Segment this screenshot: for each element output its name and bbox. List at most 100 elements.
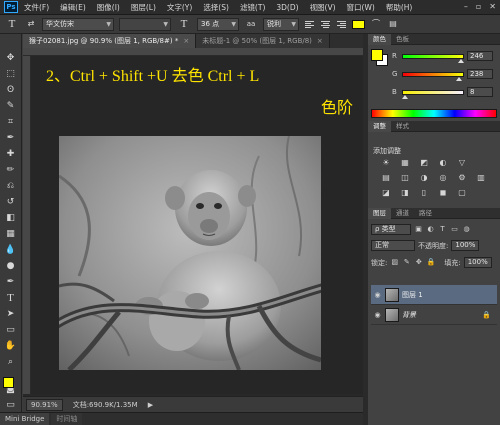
menu-layer[interactable]: 图层(L) <box>131 2 156 13</box>
opacity-field[interactable]: 100% <box>451 240 480 251</box>
pixel-filter-icon[interactable]: ▣ <box>414 225 423 234</box>
menu-image[interactable]: 图像(I) <box>97 2 120 13</box>
type-filter-icon[interactable]: T <box>438 225 447 234</box>
layer-row-layer1[interactable]: ◉ 图层 1 <box>371 285 497 305</box>
tab-adjustments[interactable]: 调整 <box>368 121 391 132</box>
tab-layers[interactable]: 图层 <box>368 208 391 219</box>
document-tab-untitled[interactable]: 未标题-1 @ 50% (图层 1, RGB/8) × <box>196 34 330 48</box>
tab-paths[interactable]: 路径 <box>414 208 437 219</box>
menu-view[interactable]: 视图(V) <box>310 2 336 13</box>
tab-mini-bridge[interactable]: Mini Bridge <box>0 413 50 425</box>
lasso-tool-icon[interactable]: ʘ <box>3 84 19 97</box>
tab-color[interactable]: 颜色 <box>368 34 391 45</box>
blur-tool-icon[interactable]: 💧 <box>3 244 19 257</box>
foreground-color-swatch[interactable] <box>2 377 14 388</box>
color-swatches[interactable] <box>2 376 20 393</box>
invert-icon[interactable]: ◪ <box>380 188 392 198</box>
slider-thumb[interactable] <box>455 76 462 81</box>
exposure-icon[interactable]: ◐ <box>437 158 449 168</box>
document-tab-monkey[interactable]: 猴子02081.jpg @ 90.9% (图层 1, RGB/8#) * × <box>23 34 197 48</box>
text-color-swatch[interactable] <box>352 19 365 29</box>
quick-select-tool-icon[interactable]: ✎ <box>3 100 19 113</box>
color-balance-icon[interactable]: ◫ <box>399 173 411 183</box>
lock-pixels-icon[interactable]: ✎ <box>402 258 411 267</box>
gradient-tool-icon[interactable]: ▦ <box>3 228 19 241</box>
status-menu-arrow-icon[interactable]: ▶ <box>148 401 153 409</box>
antialias-select[interactable]: 锐利 ▼ <box>263 17 299 31</box>
color-lookup-icon[interactable]: ▥ <box>475 173 487 183</box>
horizontal-ruler[interactable] <box>23 48 363 56</box>
marquee-tool-icon[interactable]: ⬚ <box>3 68 19 81</box>
align-right-icon[interactable] <box>336 19 347 30</box>
visibility-eye-icon[interactable]: ◉ <box>373 311 382 319</box>
crop-tool-icon[interactable]: ⌗ <box>3 116 19 129</box>
red-slider[interactable] <box>402 53 464 63</box>
align-center-icon[interactable] <box>320 19 331 30</box>
curves-icon[interactable]: ◩ <box>418 158 430 168</box>
green-value[interactable]: 238 <box>467 69 493 79</box>
history-brush-tool-icon[interactable]: ↺ <box>3 196 19 209</box>
align-left-icon[interactable] <box>304 19 315 30</box>
smart-object-filter-icon[interactable]: ◍ <box>462 225 471 234</box>
layer-filter-select[interactable]: ρ 类型 <box>371 224 411 235</box>
hand-tool-icon[interactable]: ✋ <box>3 340 19 353</box>
pen-tool-icon[interactable]: ✒ <box>3 276 19 289</box>
black-white-icon[interactable]: ◑ <box>418 173 430 183</box>
eraser-tool-icon[interactable]: ◧ <box>3 212 19 225</box>
layer-name[interactable]: 图层 1 <box>402 290 423 300</box>
restore-icon[interactable]: ▫ <box>476 2 481 11</box>
tab-styles[interactable]: 样式 <box>391 121 414 132</box>
layer-row-background[interactable]: ◉ 背景 🔒 <box>371 305 497 325</box>
photo-filter-icon[interactable]: ◎ <box>437 173 449 183</box>
warp-text-icon[interactable]: ⌒ <box>370 18 382 30</box>
brightness-contrast-icon[interactable]: ☀ <box>380 158 392 168</box>
visibility-eye-icon[interactable]: ◉ <box>373 291 382 299</box>
color-spectrum-ramp[interactable] <box>371 109 497 118</box>
hue-saturation-icon[interactable]: ▤ <box>380 173 392 183</box>
tab-channels[interactable]: 通道 <box>391 208 414 219</box>
brush-tool-icon[interactable]: ✏ <box>3 164 19 177</box>
screen-mode-icon[interactable]: ▭ <box>3 399 19 412</box>
path-select-tool-icon[interactable]: ➤ <box>3 308 19 321</box>
tab-timeline[interactable]: 时间轴 <box>51 413 83 425</box>
close-icon[interactable]: ✕ <box>489 2 496 11</box>
selective-color-icon[interactable]: ◼ <box>437 188 449 198</box>
vertical-ruler[interactable] <box>23 56 31 394</box>
lock-all-icon[interactable]: 🔒 <box>426 258 436 267</box>
channel-mixer-icon[interactable]: ⚙ <box>456 173 468 183</box>
blue-value[interactable]: 8 <box>467 87 493 97</box>
lock-transparency-icon[interactable]: ▨ <box>390 258 399 267</box>
shape-filter-icon[interactable]: ▭ <box>450 225 459 234</box>
threshold-icon[interactable]: ▯ <box>418 188 430 198</box>
clone-stamp-tool-icon[interactable]: ⎌ <box>3 180 19 193</box>
lock-position-icon[interactable]: ✥ <box>414 258 423 267</box>
zoom-level-field[interactable]: 90.91% <box>26 398 63 411</box>
menu-3d[interactable]: 3D(D) <box>276 3 298 12</box>
type-tool-icon[interactable]: T <box>3 292 19 305</box>
gradient-map-icon[interactable]: ▢ <box>456 188 468 198</box>
menu-select[interactable]: 选择(S) <box>203 2 229 13</box>
minimize-icon[interactable]: – <box>464 2 468 11</box>
type-tool-preset-icon[interactable]: T <box>4 17 20 31</box>
layer-name[interactable]: 背景 <box>402 310 416 320</box>
menu-filter[interactable]: 滤镜(T) <box>240 2 265 13</box>
menu-type[interactable]: 文字(Y) <box>167 2 192 13</box>
posterize-icon[interactable]: ◨ <box>399 188 411 198</box>
slider-thumb[interactable] <box>401 94 408 99</box>
menu-help[interactable]: 帮助(H) <box>386 2 413 13</box>
tab-swatches[interactable]: 色板 <box>391 34 414 45</box>
slider-thumb[interactable] <box>457 58 464 63</box>
foreground-color-swatch[interactable] <box>371 49 383 61</box>
levels-icon[interactable]: ▦ <box>399 158 411 168</box>
monkey-photo[interactable] <box>59 136 321 370</box>
character-panel-icon[interactable]: ▤ <box>387 18 399 30</box>
toggle-text-orientation-icon[interactable]: ⇄ <box>25 18 37 30</box>
font-family-select[interactable]: 华文仿宋 ▼ <box>42 17 114 31</box>
font-style-select[interactable]: ▼ <box>119 17 171 31</box>
zoom-tool-icon[interactable]: ⌕ <box>3 356 19 369</box>
blend-mode-select[interactable]: 正常 <box>371 240 415 251</box>
menu-file[interactable]: 文件(F) <box>24 2 49 13</box>
menu-edit[interactable]: 编辑(E) <box>60 2 86 13</box>
green-slider[interactable] <box>402 71 464 81</box>
adjustment-filter-icon[interactable]: ◐ <box>426 225 435 234</box>
